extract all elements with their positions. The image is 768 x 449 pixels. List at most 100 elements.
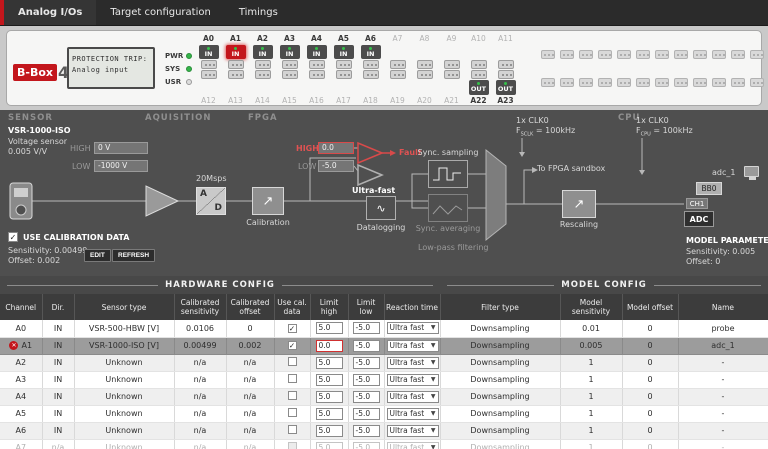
analog-channel[interactable]: OUT A22 [465, 69, 492, 106]
col-limit-high: Limit high [310, 294, 348, 320]
channel-row[interactable]: A2 IN Unknown n/a n/a 5.0 -5.0 Ultra fas… [0, 354, 768, 371]
channel-label: A9 [447, 34, 457, 44]
analog-channel[interactable]: A5 IN [330, 32, 357, 69]
topbar: Analog I/Os Target configuration Timings [0, 0, 768, 26]
channel-row[interactable]: A4 IN Unknown n/a n/a 5.0 -5.0 Ultra fas… [0, 388, 768, 405]
cell-cal-offset: n/a [226, 388, 274, 405]
model-config-header: MODEL CONFIG [440, 280, 768, 290]
analog-channel[interactable]: A12 [195, 69, 222, 106]
lcd-line1: PROTECTION TRIP: [72, 54, 150, 65]
limit-high-field[interactable]: 0.0 [318, 142, 354, 154]
cell-channel: A6 [0, 422, 42, 439]
limit-low-input[interactable]: -5.0 [353, 374, 380, 386]
connector-icon [617, 78, 631, 87]
analog-channel[interactable]: A6 IN [357, 32, 384, 69]
limit-low-input[interactable]: -5.0 [353, 408, 380, 420]
tab[interactable]: Analog I/Os [0, 0, 96, 25]
limit-low-input[interactable]: -5.0 [353, 357, 380, 369]
channel-row[interactable]: ✕A1 IN VSR-1000-ISO [V] 0.00499 0.002 0.… [0, 337, 768, 354]
reaction-time-select[interactable]: Ultra fast▼ [387, 340, 439, 352]
chevron-down-icon: ▼ [431, 409, 436, 419]
refresh-button[interactable]: REFRESH [112, 249, 155, 262]
analog-channel[interactable]: A15 [276, 69, 303, 106]
limit-low-input[interactable]: -5.0 [353, 322, 380, 334]
use-cal-checkbox[interactable] [288, 425, 297, 434]
edit-button[interactable]: EDIT [84, 249, 111, 262]
analog-channel[interactable]: A8 [411, 32, 438, 69]
limit-high-input[interactable]: 5.0 [316, 322, 343, 334]
analog-channel[interactable]: A16 [303, 69, 330, 106]
analog-channel[interactable]: A21 [438, 69, 465, 106]
reaction-time-select[interactable]: Ultra fast▼ [387, 425, 439, 437]
channel-row[interactable]: A6 IN Unknown n/a n/a 5.0 -5.0 Ultra fas… [0, 422, 768, 439]
analog-channel[interactable]: A4 IN [303, 32, 330, 69]
limit-high-input[interactable]: 5.0 [316, 408, 343, 420]
use-cal-checkbox[interactable] [288, 341, 297, 350]
tab[interactable]: Target configuration [96, 0, 224, 25]
reaction-time-select[interactable]: Ultra fast▼ [387, 322, 439, 334]
analog-channel[interactable]: A17 [330, 69, 357, 106]
cell-cal-sensitivity: n/a [174, 422, 226, 439]
hardware-config-title: HARDWARE CONFIG [165, 280, 275, 290]
analog-channel[interactable]: A18 [357, 69, 384, 106]
sensor-low-field[interactable]: -1000 V [94, 160, 148, 172]
bbox-device: B-Box 4 PROTECTION TRIP: Analog input PW… [6, 30, 762, 106]
channel-label: A3 [284, 34, 295, 44]
cell-limit-high: 5.0 [310, 439, 348, 449]
limit-high-input[interactable]: 5.0 [316, 442, 343, 449]
analog-channel[interactable]: A7 [384, 32, 411, 69]
reaction-time-select[interactable]: Ultra fast▼ [387, 408, 439, 420]
channel-direction-badge: OUT [469, 80, 489, 95]
limit-low-input[interactable]: -5.0 [353, 442, 380, 449]
limit-low-input[interactable]: -5.0 [353, 391, 380, 403]
reaction-time-select[interactable]: Ultra fast▼ [387, 374, 439, 386]
cell-reaction-time: Ultra fast▼ [384, 439, 440, 449]
analog-channel[interactable]: A19 [384, 69, 411, 106]
use-cal-checkbox[interactable] [288, 357, 297, 366]
reaction-time-select[interactable]: Ultra fast▼ [387, 357, 439, 369]
reaction-time-select[interactable]: Ultra fast▼ [387, 442, 439, 449]
cell-cal-sensitivity: n/a [174, 354, 226, 371]
led-indicator-icon [186, 53, 192, 59]
rescaling-label: Rescaling [552, 220, 606, 230]
connector-icon [363, 70, 379, 79]
limit-high-input[interactable]: 5.0 [316, 357, 343, 369]
use-cal-checkbox[interactable] [288, 442, 297, 449]
analog-channel[interactable]: A3 IN [276, 32, 303, 69]
analog-channel[interactable]: A14 [249, 69, 276, 106]
cell-cal-offset: n/a [226, 354, 274, 371]
analog-channel[interactable]: A10 [465, 32, 492, 69]
limit-high-input[interactable]: 5.0 [316, 391, 343, 403]
connector-icon [636, 50, 650, 59]
use-cal-checkbox[interactable] [288, 324, 297, 333]
analog-channel[interactable]: A20 [411, 69, 438, 106]
limit-low-input[interactable]: -5.0 [353, 425, 380, 437]
limit-low-input[interactable]: -5.0 [353, 340, 380, 352]
sensor-high-field[interactable]: 0 V [94, 142, 148, 154]
use-cal-checkbox[interactable] [288, 391, 297, 400]
analog-channel[interactable]: OUT A23 [492, 69, 519, 106]
channel-row[interactable]: A7 n/a Unknown n/a n/a 5.0 -5.0 Ultra fa… [0, 439, 768, 449]
connector-icon [712, 78, 726, 87]
analog-channel[interactable]: A0 IN [195, 32, 222, 69]
analog-channel[interactable]: A11 [492, 32, 519, 69]
limit-high-input[interactable]: 5.0 [316, 425, 343, 437]
limit-high-input[interactable]: 5.0 [316, 374, 343, 386]
limit-high-input[interactable]: 0.0 [316, 340, 343, 352]
trip-error-icon: ✕ [9, 341, 18, 350]
channel-row[interactable]: A5 IN Unknown n/a n/a 5.0 -5.0 Ultra fas… [0, 405, 768, 422]
use-calibration-checkbox[interactable] [8, 232, 18, 242]
channel-row[interactable]: A3 IN Unknown n/a n/a 5.0 -5.0 Ultra fas… [0, 371, 768, 388]
tab[interactable]: Timings [225, 0, 292, 25]
reaction-time-select[interactable]: Ultra fast▼ [387, 391, 439, 403]
adc-block: A D [196, 187, 226, 215]
analog-channel[interactable]: A2 IN [249, 32, 276, 69]
analog-channel[interactable]: A13 [222, 69, 249, 106]
analog-channel[interactable]: A9 [438, 32, 465, 69]
use-cal-checkbox[interactable] [288, 374, 297, 383]
limit-low-field[interactable]: -5.0 [318, 160, 354, 172]
cell-sensor-type: Unknown [74, 354, 174, 371]
analog-channel[interactable]: A1 IN [222, 32, 249, 69]
use-cal-checkbox[interactable] [288, 408, 297, 417]
channel-row[interactable]: A0 IN VSR-500-HBW [V] 0.0106 0 5.0 -5.0 … [0, 320, 768, 337]
